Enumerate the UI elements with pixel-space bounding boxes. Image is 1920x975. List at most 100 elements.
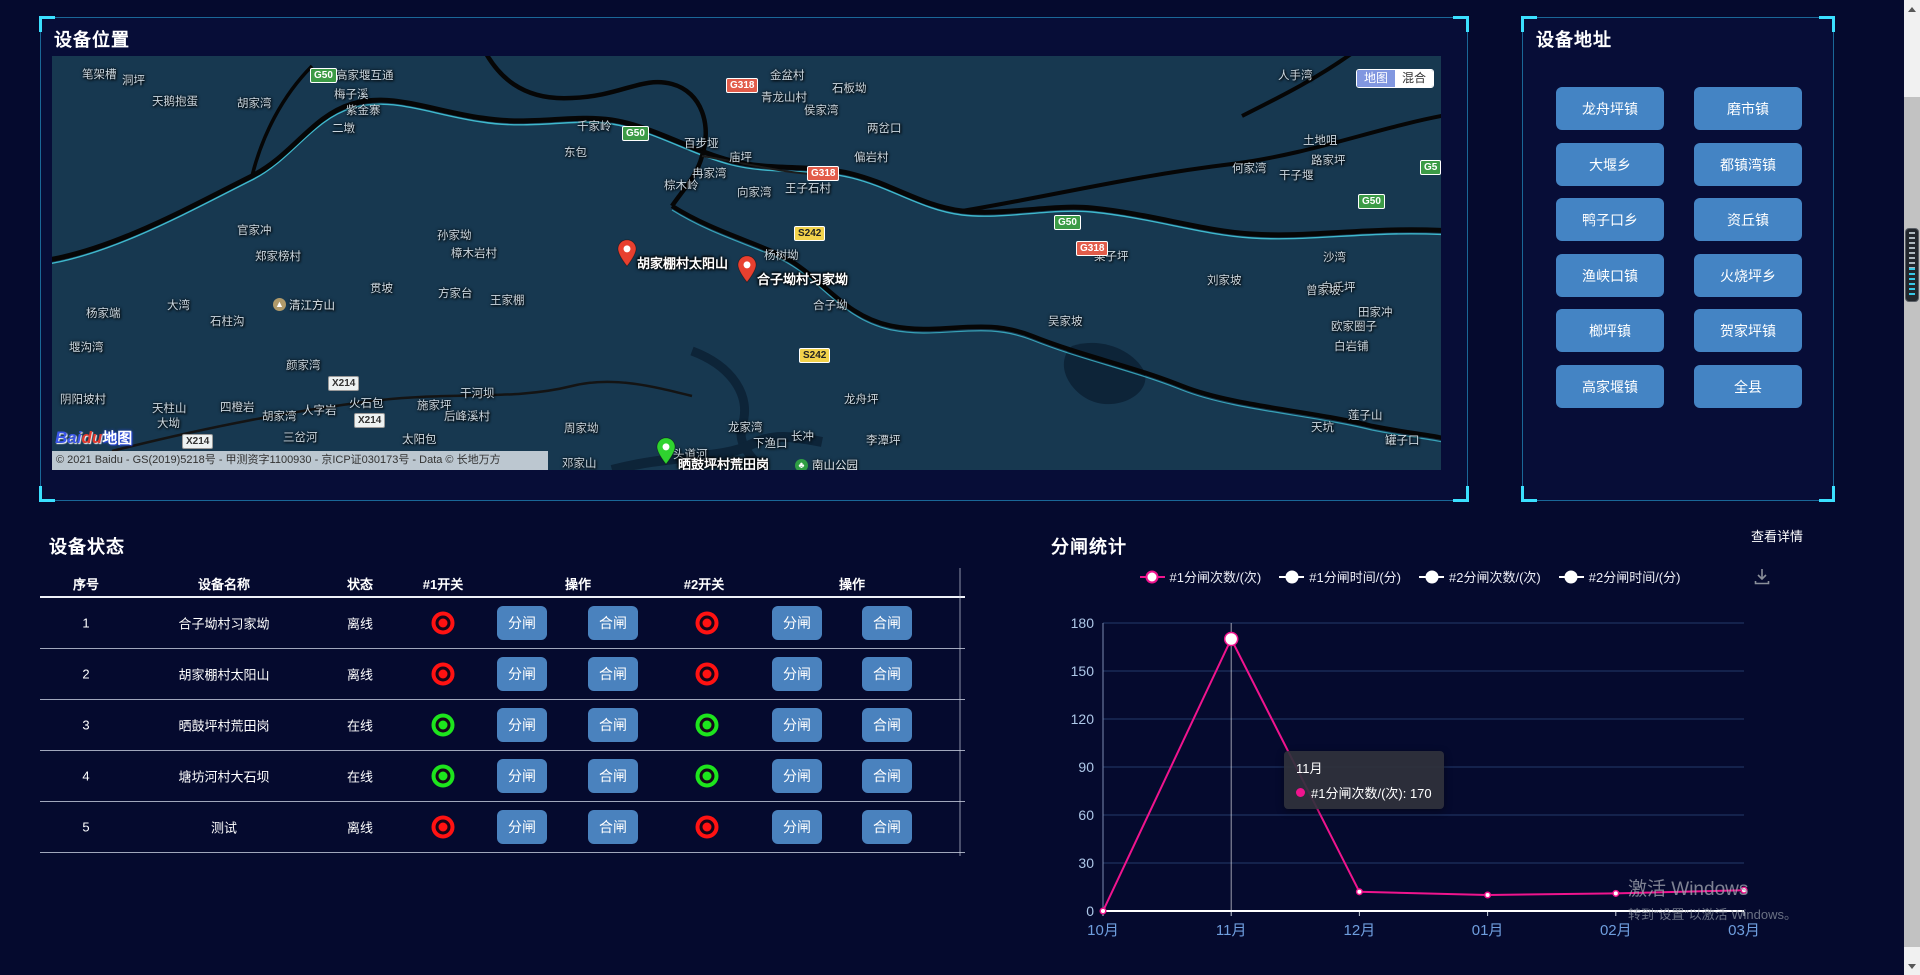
close-switch1-button[interactable]: 合闸 [588,708,638,742]
svg-text:150: 150 [1071,663,1095,679]
close-switch2-button[interactable]: 合闸 [862,759,912,793]
road-badge-x214: X214 [182,434,213,449]
device-name: 测试 [211,818,237,837]
legend-item[interactable]: #2分闸时间/(分) [1559,567,1681,586]
map-place-label: 邓家山 [562,459,597,470]
baidu-map[interactable]: 笔架槽洞坪天鹅抱蛋胡家湾高家堰互通梅子溪紫金寨二墩金盆村石板坳青龙山村侯家湾千家… [52,56,1441,470]
download-icon[interactable] [1752,566,1772,591]
tooltip-series-dot [1296,788,1305,797]
open-switch1-button[interactable]: 分闸 [497,606,547,640]
map-place-label: 金盆村 [770,71,805,83]
address-button[interactable]: 全县 [1694,365,1802,408]
map-pin-red[interactable] [737,255,757,283]
panel-corner [39,16,55,32]
open-switch1-button[interactable]: 分闸 [497,657,547,691]
legend-item[interactable]: #1分闸次数/(次) [1140,567,1262,586]
row-number: 3 [82,718,89,733]
close-switch2-button[interactable]: 合闸 [862,708,912,742]
open-switch2-button[interactable]: 分闸 [772,657,822,691]
map-place-label: 干子堰 [1279,171,1314,183]
road-badge-g50: G50 [310,68,337,83]
address-button[interactable]: 磨市镇 [1694,87,1802,130]
close-switch1-button[interactable]: 合闸 [588,810,638,844]
address-button[interactable]: 榔坪镇 [1556,309,1664,352]
close-switch2-button[interactable]: 合闸 [862,606,912,640]
row-divider [40,750,965,751]
address-button[interactable]: 贺家坪镇 [1694,309,1802,352]
open-switch2-button[interactable]: 分闸 [772,606,822,640]
open-switch2-button[interactable]: 分闸 [772,810,822,844]
map-place-label: 阴阳坡村 [60,395,106,407]
map-place-label: 东包 [564,148,587,160]
svg-text:60: 60 [1078,807,1094,823]
device-location-panel: 设备位置 笔架槽洞坪天鹅抱蛋胡家湾高家堰互通梅子溪紫金寨二墩金盆 [40,17,1468,501]
scrollbar-down-arrow[interactable] [1904,958,1920,974]
map-place-label: 大湾 [167,301,190,313]
open-switch1-button[interactable]: 分闸 [497,708,547,742]
map-place-label: 长冲 [791,432,814,444]
close-switch1-button[interactable]: 合闸 [588,657,638,691]
switch1-indicator-red [432,612,455,635]
switch2-indicator-green [696,765,719,788]
map-place-label: 土地咀 [1303,136,1338,148]
open-switch1-button[interactable]: 分闸 [497,759,547,793]
device-name: 晒鼓坪村荒田岗 [178,716,269,735]
address-button[interactable]: 鸭子口乡 [1556,198,1664,241]
map-place-label: 紫金寨 [346,106,381,118]
map-place-label: 四橙岩 [220,403,255,415]
svg-text:02月: 02月 [1600,922,1632,939]
map-place-label: 天柱山 [152,404,187,416]
map-type-control[interactable]: 地图混合 [1356,69,1434,88]
address-button[interactable]: 大堰乡 [1556,143,1664,186]
page-scrollbar-thumb[interactable] [1904,97,1920,947]
close-switch2-button[interactable]: 合闸 [862,810,912,844]
map-place-label: 天坑 [1311,423,1334,435]
svg-text:30: 30 [1078,855,1094,871]
switch2-indicator-red [696,663,719,686]
activate-windows-hint: 转到“设置”以激活 Windows。 [1628,904,1797,923]
switch2-indicator-red [696,612,719,635]
road-badge-g318: G318 [807,166,839,181]
table-scrollbar[interactable] [959,568,961,856]
map-place-label: 合子坳 [813,301,848,313]
legend-item[interactable]: #1分闸时间/(分) [1279,567,1401,586]
view-details-link[interactable]: 查看详情 [1751,526,1803,545]
status-text: 在线 [347,716,373,735]
map-place-label: 青龙山村 [761,93,807,105]
status-table-header: 序号设备名称状态#1开关操作#2开关操作 [40,570,965,598]
svg-text:90: 90 [1078,759,1094,775]
map-place-label: 两岔口 [867,124,902,136]
close-switch2-button[interactable]: 合闸 [862,657,912,691]
address-button[interactable]: 资丘镇 [1694,198,1802,241]
address-button[interactable]: 渔峡口镇 [1556,254,1664,297]
panel-corner [1819,486,1835,502]
map-type-option-map[interactable]: 地图 [1357,70,1395,87]
open-switch2-button[interactable]: 分闸 [772,759,822,793]
device-address-title: 设备地址 [1536,26,1612,52]
scrollbar-up-arrow[interactable] [1904,1,1920,17]
map-pin-label: 胡家棚村太阳山 [637,257,728,270]
close-switch1-button[interactable]: 合闸 [588,606,638,640]
row-divider [40,801,965,802]
road-badge-s242: S242 [794,226,825,241]
device-location-title: 设备位置 [54,26,130,52]
svg-text:03月: 03月 [1728,922,1760,939]
address-button[interactable]: 火烧坪乡 [1694,254,1802,297]
status-text: 离线 [347,614,373,633]
map-place-label: 天鹅抱蛋 [152,97,198,109]
address-button[interactable]: 都镇湾镇 [1694,143,1802,186]
close-switch1-button[interactable]: 合闸 [588,759,638,793]
map-pin-green[interactable] [656,437,676,465]
park-icon: ♣ [795,459,808,470]
address-button[interactable]: 高家堰镇 [1556,365,1664,408]
map-type-option-hybrid[interactable]: 混合 [1395,70,1433,87]
map-place-label: 人字岩 [302,406,337,418]
column-header: 设备名称 [198,574,250,593]
legend-item[interactable]: #2分闸次数/(次) [1419,567,1541,586]
map-place-label: 王家棚 [490,296,525,308]
map-pin-red[interactable] [617,239,637,267]
open-switch2-button[interactable]: 分闸 [772,708,822,742]
address-button[interactable]: 龙舟坪镇 [1556,87,1664,130]
open-switch1-button[interactable]: 分闸 [497,810,547,844]
map-place-label: 棕木岭 [664,181,699,193]
